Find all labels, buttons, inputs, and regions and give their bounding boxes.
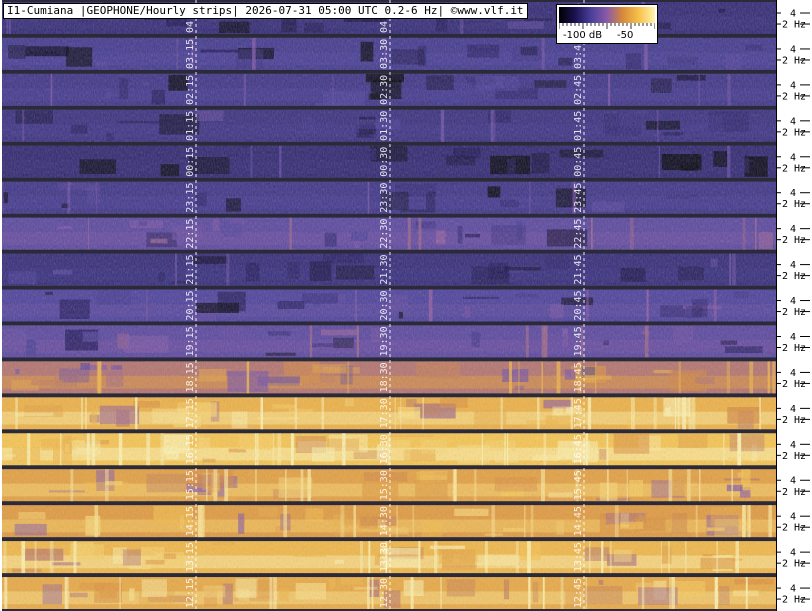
freq-tick-label: 4 <box>790 368 796 379</box>
chart-title: I1-Cumiana |GEOPHONE/Hourly strips| 2026… <box>3 3 528 19</box>
freq-tick-label: 4 <box>790 476 796 487</box>
hourly-strips-chart: 04:1504:3004:4503:1503:3003:4502:1502:30… <box>2 0 810 611</box>
colorbar-label-high: -50 <box>617 30 634 41</box>
strip-time-label: 23:45 <box>573 183 584 213</box>
strip-time-label: 19:15 <box>185 326 196 356</box>
freq-tick-label: 4 <box>790 152 796 163</box>
strip-time-label: 12:45 <box>573 578 584 608</box>
freq-tick-label: 2 Hz <box>782 307 806 318</box>
strip-time-label: 01:30 <box>379 111 390 141</box>
freq-tick-label: 4 <box>790 44 796 55</box>
freq-tick-label: 2 Hz <box>782 595 806 606</box>
strip-time-label: 21:15 <box>185 255 196 285</box>
freq-tick-label: 4 <box>790 296 796 307</box>
strip-time-label: 23:30 <box>379 183 390 213</box>
freq-tick-label: 4 <box>790 584 796 595</box>
freq-tick-label: 2 Hz <box>782 91 806 102</box>
freq-tick-label: 2 Hz <box>782 235 806 246</box>
strip-time-label: 20:15 <box>185 290 196 320</box>
freq-tick-label: 2 Hz <box>782 559 806 570</box>
strip-time-label: 02:15 <box>185 75 196 105</box>
strip-time-label: 03:30 <box>379 39 390 69</box>
strip-time-label: 16:15 <box>185 434 196 464</box>
strip-time-label: 19:45 <box>573 326 584 356</box>
strip-time-label: 18:45 <box>573 362 584 392</box>
strip-time-label: 03:15 <box>185 39 196 69</box>
strip-time-label: 14:15 <box>185 506 196 536</box>
freq-tick-label: 2 Hz <box>782 55 806 66</box>
strip-time-label: 01:45 <box>573 111 584 141</box>
strip-time-label: 15:45 <box>573 470 584 500</box>
strip-time-label: 13:15 <box>185 542 196 572</box>
freq-tick-label: 4 <box>790 548 796 559</box>
freq-tick-label: 4 <box>790 260 796 271</box>
strip-time-label: 15:30 <box>379 470 390 500</box>
strip-time-label: 12:30 <box>379 578 390 608</box>
strip-time-label: 21:45 <box>573 255 584 285</box>
strip-time-label: 19:30 <box>379 326 390 356</box>
strip-time-label: 22:30 <box>379 219 390 249</box>
colorbar-label-low: -100 dB <box>563 30 603 41</box>
freq-tick-label: 4 <box>790 440 796 451</box>
freq-tick-label: 2 Hz <box>782 127 806 138</box>
strip-time-label: 02:45 <box>573 75 584 105</box>
colorbar-gradient <box>559 7 655 23</box>
freq-tick-label: 2 Hz <box>782 271 806 282</box>
strip-time-label: 14:45 <box>573 506 584 536</box>
freq-tick-label: 4 <box>790 332 796 343</box>
strip-time-label: 15:15 <box>185 470 196 500</box>
freq-tick-label: 4 <box>790 116 796 127</box>
freq-tick-label: 2 Hz <box>782 487 806 498</box>
freq-tick-label: 4 <box>790 224 796 235</box>
colorbar-ticks <box>559 23 655 29</box>
freq-tick-label: 2 Hz <box>782 343 806 354</box>
spectrogram-figure: 04:1504:3004:4503:1503:3003:4502:1502:30… <box>0 0 812 611</box>
strip-time-label: 22:45 <box>573 219 584 249</box>
freq-tick-label: 2 Hz <box>782 379 806 390</box>
colorbar-legend: -100 dB -50 <box>556 4 658 44</box>
freq-tick-label: 2 Hz <box>782 415 806 426</box>
strip-time-label: 02:30 <box>379 75 390 105</box>
strip-time-label: 00:45 <box>573 147 584 177</box>
strip-time-label: 17:15 <box>185 398 196 428</box>
strip-time-label: 21:30 <box>379 255 390 285</box>
freq-tick-label: 4 <box>790 404 796 415</box>
strip-time-label: 00:30 <box>379 147 390 177</box>
freq-tick-label: 2 Hz <box>782 163 806 174</box>
strip-time-label: 16:30 <box>379 434 390 464</box>
strip-time-label: 18:30 <box>379 362 390 392</box>
strip-time-label: 20:45 <box>573 290 584 320</box>
strip-time-label: 13:30 <box>379 542 390 572</box>
strip-time-label: 13:45 <box>573 542 584 572</box>
freq-tick-label: 4 <box>790 9 796 20</box>
strip-time-label: 18:15 <box>185 362 196 392</box>
strip-time-label: 20:30 <box>379 290 390 320</box>
strip-time-label: 00:15 <box>185 147 196 177</box>
freq-tick-label: 4 <box>790 80 796 91</box>
strip-time-label: 17:45 <box>573 398 584 428</box>
freq-tick-label: 2 Hz <box>782 523 806 534</box>
freq-tick-label: 2 Hz <box>782 451 806 462</box>
strip-time-label: 16:45 <box>573 434 584 464</box>
strip-time-label: 01:15 <box>185 111 196 141</box>
freq-tick-label: 4 <box>790 188 796 199</box>
freq-tick-label: 2 Hz <box>782 20 806 31</box>
freq-tick-label: 2 Hz <box>782 199 806 210</box>
strip-time-label: 14:30 <box>379 506 390 536</box>
strip-time-label: 17:30 <box>379 398 390 428</box>
freq-tick-label: 4 <box>790 512 796 523</box>
strip-time-label: 12:15 <box>185 578 196 608</box>
strip-time-label: 23:15 <box>185 183 196 213</box>
strip-time-label: 22:15 <box>185 219 196 249</box>
